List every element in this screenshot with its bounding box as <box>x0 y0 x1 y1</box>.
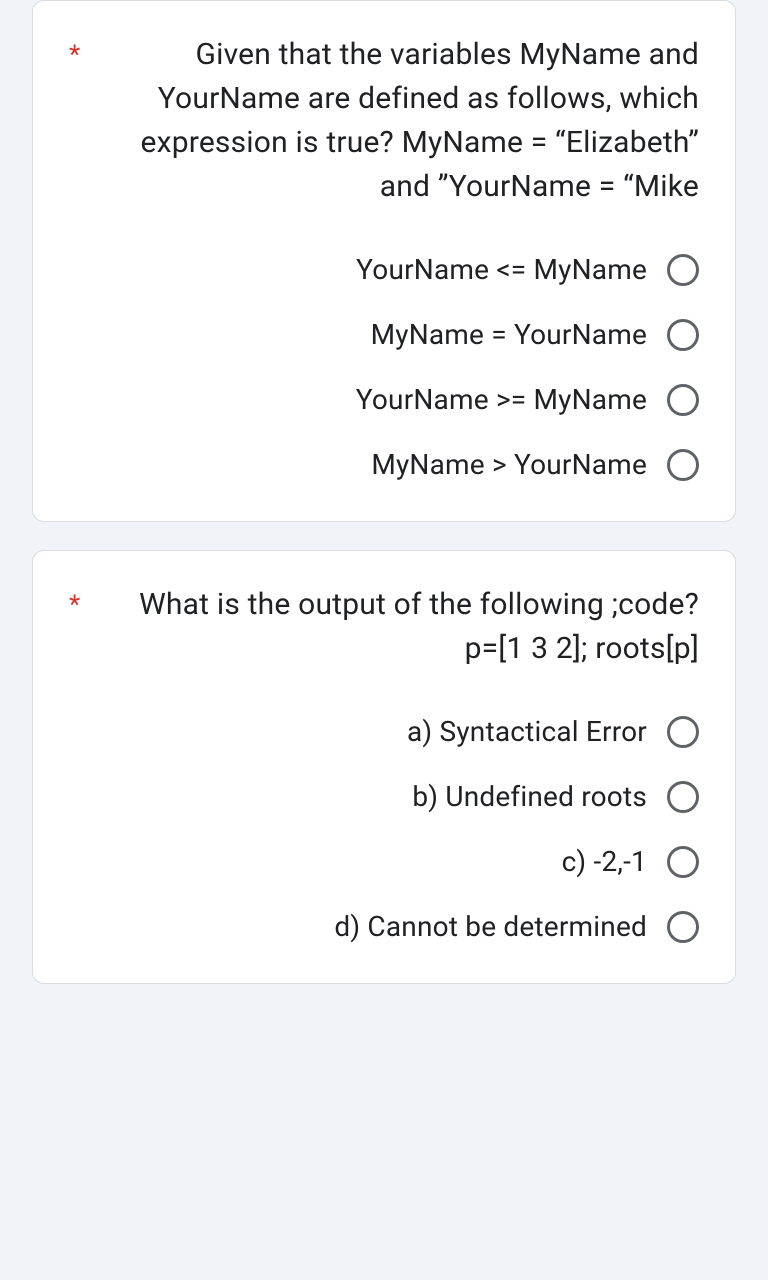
radio-unchecked-icon <box>667 781 699 813</box>
option-item[interactable]: c) -2,-1 <box>69 845 699 878</box>
required-marker: * <box>69 583 80 623</box>
option-label: YourName >= MyName <box>356 383 647 416</box>
option-item[interactable]: MyName > YourName <box>69 448 699 481</box>
radio-unchecked-icon <box>667 846 699 878</box>
radio-unchecked-icon <box>667 254 699 286</box>
option-label: d) Cannot be determined <box>334 910 647 943</box>
options-group: a) Syntactical Error b) Undefined roots … <box>69 715 699 943</box>
radio-unchecked-icon <box>667 449 699 481</box>
question-header: * What is the output of the following ;c… <box>69 583 699 671</box>
option-label: b) Undefined roots <box>412 780 647 813</box>
radio-unchecked-icon <box>667 911 699 943</box>
option-item[interactable]: b) Undefined roots <box>69 780 699 813</box>
option-item[interactable]: MyName = YourName <box>69 318 699 351</box>
option-label: a) Syntactical Error <box>407 715 647 748</box>
option-item[interactable]: YourName <= MyName <box>69 253 699 286</box>
option-label: MyName = YourName <box>371 318 647 351</box>
question-header: * Given that the variables MyName and Yo… <box>69 33 699 209</box>
radio-unchecked-icon <box>667 319 699 351</box>
question-card: * What is the output of the following ;c… <box>32 550 736 984</box>
option-item[interactable]: d) Cannot be determined <box>69 910 699 943</box>
radio-unchecked-icon <box>667 716 699 748</box>
option-label: c) -2,-1 <box>562 845 647 878</box>
question-card: * Given that the variables MyName and Yo… <box>32 0 736 522</box>
required-marker: * <box>69 33 80 73</box>
option-label: MyName > YourName <box>371 448 647 481</box>
question-text: What is the output of the following ;cod… <box>98 583 699 671</box>
option-item[interactable]: a) Syntactical Error <box>69 715 699 748</box>
option-label: YourName <= MyName <box>356 253 647 286</box>
question-text: Given that the variables MyName and Your… <box>98 33 699 209</box>
option-item[interactable]: YourName >= MyName <box>69 383 699 416</box>
options-group: YourName <= MyName MyName = YourName You… <box>69 253 699 481</box>
radio-unchecked-icon <box>667 384 699 416</box>
